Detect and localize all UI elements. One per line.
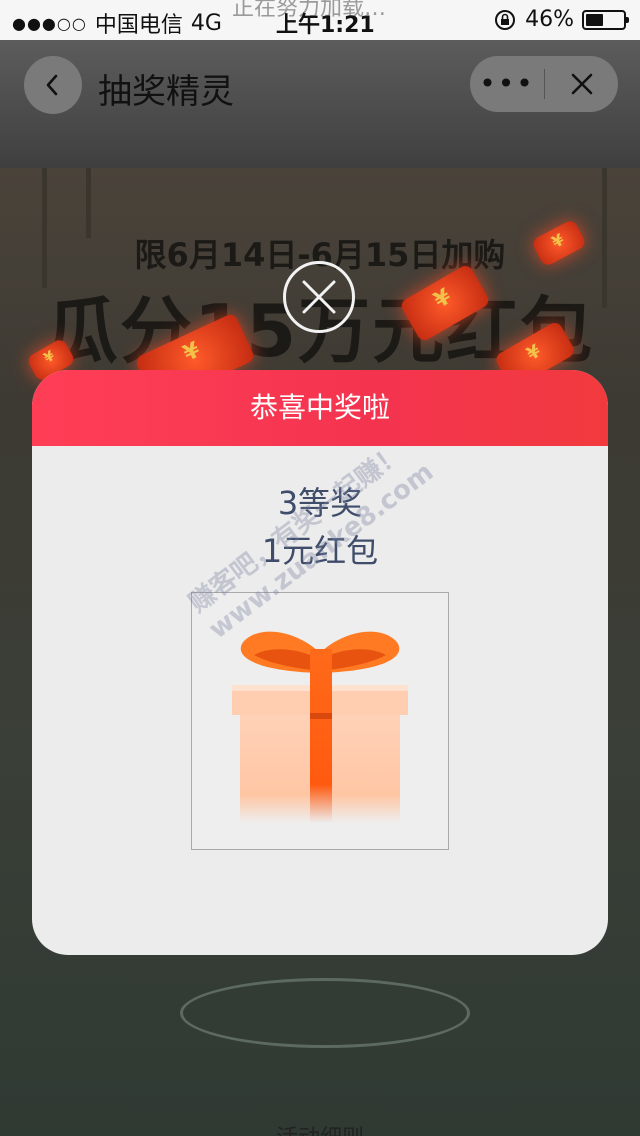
chevron-left-icon <box>46 74 58 96</box>
mini-program-capsule: ••• <box>470 56 618 112</box>
carrier-name: 中国电信 <box>94 13 183 38</box>
battery-icon <box>582 9 629 30</box>
display-pedestal <box>180 978 470 1048</box>
prize-dialog: 恭喜中奖啦 3等奖 1元红包 <box>32 370 608 955</box>
close-icon <box>571 73 592 95</box>
signal-strength: ●●●○○ <box>12 13 87 33</box>
back-button[interactable] <box>24 56 82 114</box>
close-button[interactable] <box>545 71 618 97</box>
activity-rules-link[interactable]: 活动细则 <box>0 1120 640 1136</box>
dialog-title: 恭喜中奖啦 <box>32 370 608 446</box>
page-title: 抽奖精灵 <box>98 72 234 112</box>
more-button[interactable]: ••• <box>470 56 544 112</box>
battery-percent: 46% <box>525 7 574 32</box>
popup-close-button[interactable] <box>283 261 355 333</box>
navigation-bar: 抽奖精灵 ••• <box>0 40 640 168</box>
close-icon <box>302 280 336 314</box>
rotation-lock-icon <box>495 9 516 30</box>
status-bar: ●●●○○ 中国电信 4G 正在努力加载… 上午1:21 46% <box>0 0 640 40</box>
network-type: 4G <box>190 10 222 36</box>
clock: 上午1:21 <box>276 13 375 38</box>
